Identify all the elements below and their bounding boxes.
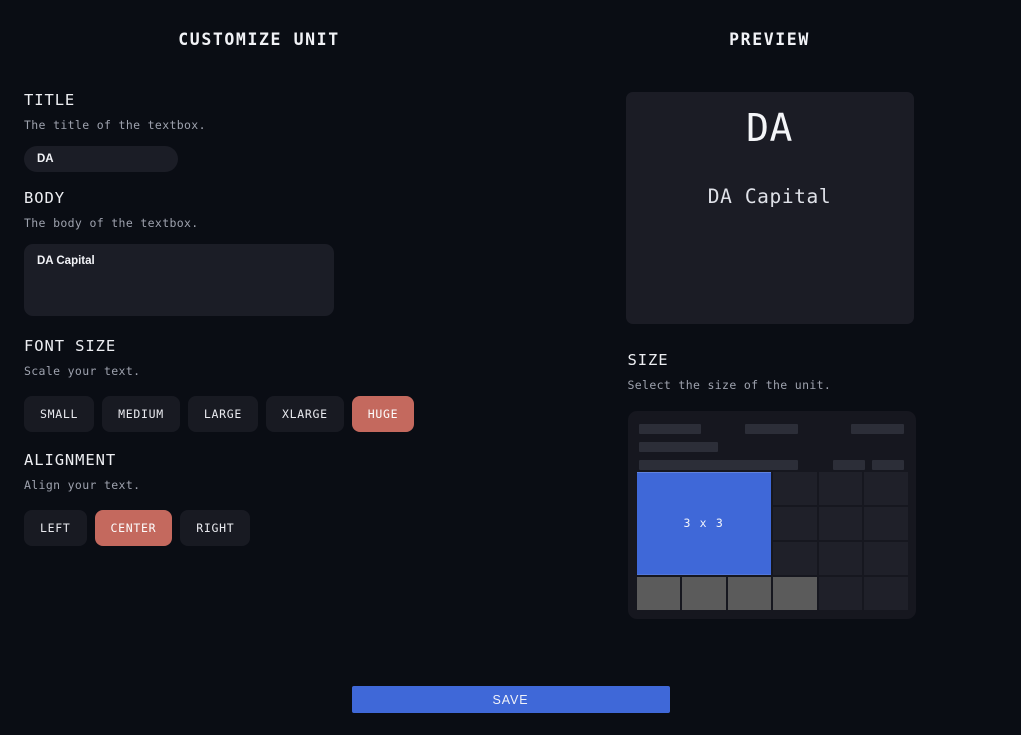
alignment-option-right[interactable]: RIGHT: [180, 510, 251, 547]
font-size-group: FONT SIZE Scale your text. SMALL MEDIUM LA…: [24, 337, 494, 433]
alignment-hint: Align your text.: [24, 478, 141, 493]
size-grid-panel[interactable]: 3 x 3: [627, 411, 916, 620]
size-cell-r2-c3[interactable]: [773, 542, 817, 576]
preview-pane-heading: PREVIEW: [729, 30, 810, 49]
size-hint: Select the size of the unit.: [627, 378, 832, 393]
alignment-label: ALIGNMENT: [24, 451, 117, 470]
font-size-hint: Scale your text.: [24, 364, 141, 379]
size-group-inner: SIZE Select the size of the unit.: [627, 351, 916, 393]
body-textarea[interactable]: DA Capital: [24, 244, 334, 317]
skeleton-bar: [871, 460, 904, 471]
customize-pane: CUSTOMIZE UNIT TITLE The title of the te…: [0, 0, 518, 660]
size-cell-r3-c1[interactable]: [682, 577, 726, 611]
font-size-option-huge[interactable]: HUGE: [351, 396, 415, 433]
customize-unit-screen: CUSTOMIZE UNIT TITLE The title of the te…: [0, 0, 1021, 735]
preview-unit-title: DA: [746, 106, 793, 150]
size-cell-r0-c5[interactable]: [864, 472, 908, 506]
size-cell-r2-c4[interactable]: [818, 542, 862, 576]
alignment-option-left[interactable]: LEFT: [24, 510, 87, 547]
font-size-option-xlarge[interactable]: XLARGE: [266, 396, 344, 433]
size-selection-overlay[interactable]: 3 x 3: [636, 472, 771, 575]
skeleton-bar: [832, 460, 865, 471]
customize-pane-heading: CUSTOMIZE UNIT: [178, 30, 340, 49]
dashboard-skeleton-preview: [637, 420, 908, 472]
title-input[interactable]: [24, 146, 178, 173]
size-cell-r1-c3[interactable]: [773, 507, 817, 541]
title-field-label: TITLE: [24, 91, 76, 109]
skeleton-bar: [638, 460, 798, 471]
size-cell-r3-c5[interactable]: [864, 577, 908, 611]
form-fields: TITLE The title of the textbox. BODY The…: [0, 91, 518, 547]
skeleton-bar: [638, 442, 718, 453]
preview-pane: PREVIEW DA DA Capital SIZE Select the si…: [518, 0, 1021, 660]
size-cell-r0-c4[interactable]: [818, 472, 862, 506]
skeleton-bar: [638, 424, 701, 435]
unit-preview-card: DA DA Capital: [625, 92, 914, 324]
size-cell-r3-c2[interactable]: [727, 577, 771, 611]
save-button[interactable]: SAVE: [351, 686, 670, 713]
size-group: SIZE Select the size of the unit. 3 x 3: [518, 351, 1021, 620]
alignment-options: LEFT CENTER RIGHT: [24, 510, 494, 547]
panes-container: CUSTOMIZE UNIT TITLE The title of the te…: [0, 0, 1021, 660]
font-size-option-small[interactable]: SMALL: [24, 396, 95, 433]
size-cell-r3-c0[interactable]: [636, 577, 680, 611]
font-size-options: SMALL MEDIUM LARGE XLARGE HUGE: [24, 396, 494, 433]
title-field-hint: The title of the textbox.: [24, 118, 206, 133]
size-cell-r0-c3[interactable]: [773, 472, 817, 506]
save-bar: SAVE: [0, 686, 1021, 713]
title-field-group: TITLE The title of the textbox.: [24, 91, 494, 173]
body-field-label: BODY: [24, 189, 65, 208]
size-cell-r1-c5[interactable]: [864, 507, 908, 541]
skeleton-bar: [744, 424, 798, 435]
font-size-label: FONT SIZE: [24, 337, 117, 356]
skeleton-bar: [850, 424, 904, 435]
font-size-option-medium[interactable]: MEDIUM: [102, 396, 180, 433]
font-size-option-large[interactable]: LARGE: [187, 396, 258, 433]
size-cell-r1-c4[interactable]: [818, 507, 862, 541]
size-cell-grid[interactable]: 3 x 3: [636, 472, 908, 611]
size-cell-r2-c5[interactable]: [864, 542, 908, 576]
body-field-group: BODY The body of the textbox. DA Capital: [24, 189, 494, 317]
size-cell-r3-c4[interactable]: [818, 577, 862, 611]
preview-unit-body: DA Capital: [707, 184, 832, 208]
body-field-hint: The body of the textbox.: [24, 216, 199, 231]
size-cell-r3-c3[interactable]: [773, 577, 817, 611]
size-label: SIZE: [627, 351, 669, 369]
alignment-group: ALIGNMENT Align your text. LEFT CENTER RIG…: [24, 451, 494, 547]
alignment-option-center[interactable]: CENTER: [94, 510, 173, 547]
